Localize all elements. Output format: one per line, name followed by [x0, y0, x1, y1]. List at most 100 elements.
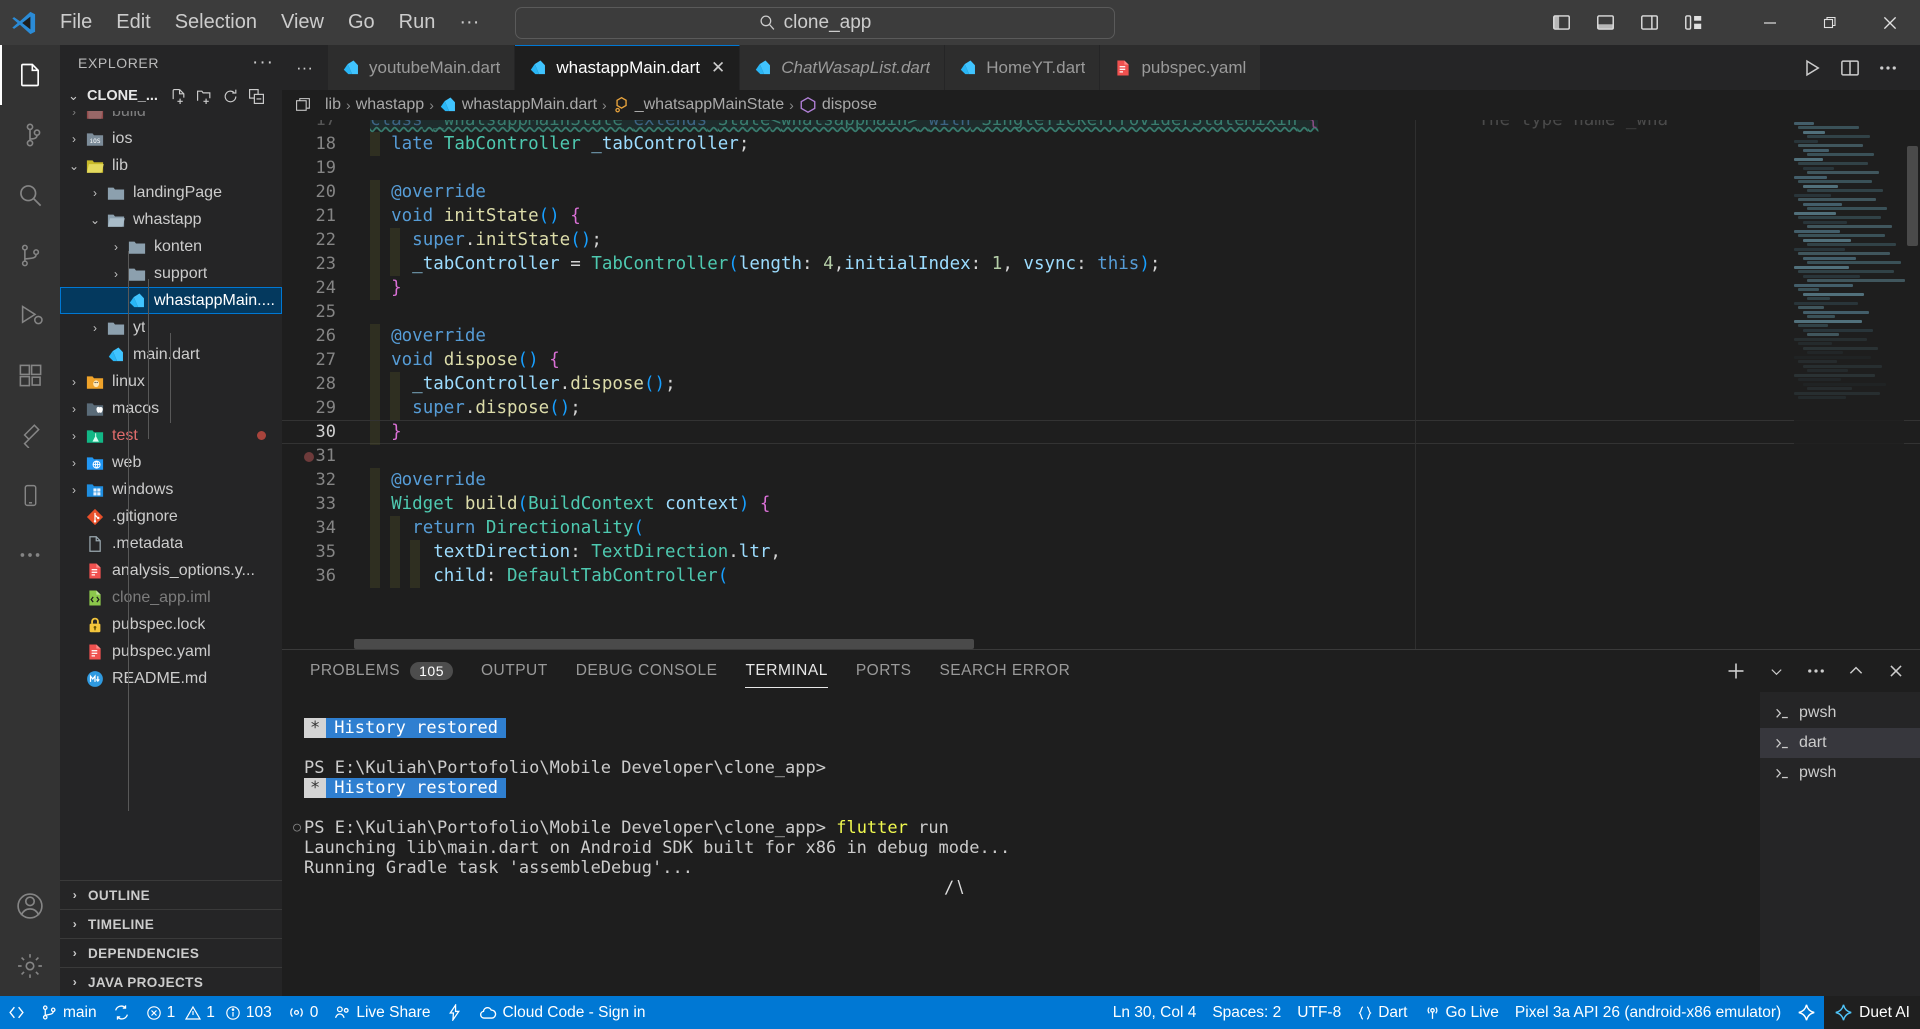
- status-cloud-code[interactable]: Cloud Code - Sign in: [471, 996, 653, 1029]
- code-line[interactable]: 20 @override: [282, 180, 1920, 204]
- tree-file-row[interactable]: whastappMain....: [60, 287, 282, 314]
- code-line[interactable]: 32 @override: [282, 468, 1920, 492]
- editor-tab-whastappmain-dart[interactable]: whastappMain.dart ✕: [515, 45, 741, 90]
- tree-file-row[interactable]: .gitignore: [60, 503, 282, 530]
- editor-tab-youtubemain-dart[interactable]: youtubeMain.dart: [327, 45, 516, 90]
- menu-run[interactable]: Run: [387, 7, 448, 38]
- minimize-button[interactable]: [1740, 0, 1800, 45]
- close-button[interactable]: [1860, 0, 1920, 45]
- file-tree[interactable]: › build › iOS ios ⌄ lib › landingPage ⌄ whastapp › k…: [60, 111, 282, 880]
- chevron-right-icon[interactable]: ›: [64, 402, 84, 416]
- run-icon[interactable]: [1796, 52, 1828, 84]
- status-device-selector[interactable]: Pixel 3a API 26 (android-x86 emulator): [1507, 996, 1789, 1029]
- code-line[interactable]: 29 super.dispose();: [282, 396, 1920, 420]
- menu-go[interactable]: Go: [336, 7, 387, 38]
- panel-more-actions-icon[interactable]: [1800, 655, 1832, 687]
- breadcrumb-item-_whatsappmainstate[interactable]: _whatsappMainState: [612, 96, 784, 114]
- breadcrumb[interactable]: lib › whastapp › whastappMain.dart › _whatsapp…: [282, 90, 1920, 120]
- panel-tab-ports[interactable]: PORTS: [842, 650, 926, 692]
- activity-search-icon[interactable]: [0, 165, 60, 225]
- toggle-primary-sidebar-icon[interactable]: [1544, 6, 1578, 40]
- chevron-right-icon[interactable]: ›: [64, 111, 84, 119]
- code-line[interactable]: 21 void initState() {: [282, 204, 1920, 228]
- menu-view[interactable]: View: [269, 7, 336, 38]
- chevron-down-icon[interactable]: ⌄: [64, 159, 84, 173]
- new-folder-icon[interactable]: [194, 85, 216, 107]
- scrollbar-thumb[interactable]: [1907, 146, 1918, 246]
- code-line[interactable]: 23 _tabController = TabController(length…: [282, 252, 1920, 276]
- tree-folder-row[interactable]: › web: [60, 449, 282, 476]
- activity-accounts-icon[interactable]: [0, 876, 60, 936]
- sidebar-section-java-projects[interactable]: › JAVA PROJECTS: [60, 967, 282, 996]
- status-branch[interactable]: main: [33, 996, 105, 1029]
- chevron-right-icon[interactable]: ›: [106, 240, 126, 254]
- chevron-right-icon[interactable]: ›: [64, 456, 84, 470]
- close-panel-icon[interactable]: [1880, 655, 1912, 687]
- refresh-icon[interactable]: [220, 85, 242, 107]
- maximize-panel-icon[interactable]: [1840, 655, 1872, 687]
- customize-layout-icon[interactable]: [1676, 6, 1710, 40]
- sidebar-section-dependencies[interactable]: › DEPENDENCIES: [60, 938, 282, 967]
- code-line[interactable]: 30 }: [282, 420, 1920, 445]
- status-errors-warnings[interactable]: 1 1 103: [138, 996, 280, 1029]
- sidebar-section-timeline[interactable]: › TIMELINE: [60, 909, 282, 938]
- tree-folder-row[interactable]: › yt: [60, 314, 282, 341]
- code-line[interactable]: 28 _tabController.dispose();: [282, 372, 1920, 396]
- collapse-all-icon[interactable]: [246, 85, 268, 107]
- terminal-list-item[interactable]: pwsh: [1760, 698, 1920, 728]
- chevron-down-icon[interactable]: ⌄: [68, 88, 81, 104]
- toggle-panel-icon[interactable]: [1588, 6, 1622, 40]
- split-editor-icon[interactable]: [1834, 52, 1866, 84]
- menu-edit[interactable]: Edit: [104, 7, 162, 38]
- menu-file[interactable]: File: [48, 7, 104, 38]
- chevron-right-icon[interactable]: ›: [64, 429, 84, 443]
- breadcrumb-item-lib[interactable]: lib: [325, 96, 341, 114]
- panel-tab-output[interactable]: OUTPUT: [467, 650, 562, 692]
- chevron-right-icon[interactable]: ›: [106, 267, 126, 281]
- tree-folder-row[interactable]: › support: [60, 260, 282, 287]
- chevron-right-icon[interactable]: ›: [64, 483, 84, 497]
- code-line[interactable]: 19: [282, 156, 1920, 180]
- editor-more-actions-icon[interactable]: [1872, 52, 1904, 84]
- status-duet-ai[interactable]: Duet AI: [1824, 996, 1920, 1029]
- status-gemini-icon[interactable]: [1789, 996, 1824, 1029]
- tree-file-row[interactable]: pubspec.lock: [60, 611, 282, 638]
- activity-more-views-icon[interactable]: [0, 525, 60, 585]
- chevron-right-icon[interactable]: ›: [64, 375, 84, 389]
- terminal-list-item[interactable]: pwsh: [1760, 758, 1920, 788]
- restore-button[interactable]: [1800, 0, 1860, 45]
- tree-file-row[interactable]: clone_app.iml: [60, 584, 282, 611]
- tree-file-row[interactable]: analysis_options.y...: [60, 557, 282, 584]
- status-indentation[interactable]: Spaces: 2: [1204, 996, 1289, 1029]
- tree-folder-row[interactable]: ⌄ lib: [60, 152, 282, 179]
- code-lines[interactable]: 17 class _whatsappMainState extends State…: [282, 120, 1920, 649]
- status-remote[interactable]: [0, 996, 33, 1029]
- sidebar-more-actions-icon[interactable]: ···: [252, 52, 274, 74]
- panel-tab-search-error[interactable]: SEARCH ERROR: [925, 650, 1084, 692]
- editor-tab-pubspec-yaml[interactable]: pubspec.yaml: [1100, 45, 1262, 90]
- activity-device-preview-icon[interactable]: [0, 465, 60, 525]
- panel-tab-debug-console[interactable]: DEBUG CONSOLE: [562, 650, 732, 692]
- chevron-right-icon[interactable]: ›: [85, 186, 105, 200]
- tree-folder-row[interactable]: › iOS ios: [60, 125, 282, 152]
- chevron-down-icon[interactable]: ⌄: [85, 213, 105, 227]
- code-line[interactable]: 35 textDirection: TextDirection.ltr,: [282, 540, 1920, 564]
- activity-explorer[interactable]: [0, 45, 60, 105]
- status-language-mode[interactable]: Dart: [1349, 996, 1415, 1029]
- tree-folder-row[interactable]: › test: [60, 422, 282, 449]
- code-line[interactable]: 26 @override: [282, 324, 1920, 348]
- editor-tab-homeyt-dart[interactable]: HomeYT.dart: [945, 45, 1101, 90]
- status-cursor-position[interactable]: Ln 30, Col 4: [1105, 996, 1205, 1029]
- panel-tab-terminal[interactable]: TERMINAL: [731, 650, 841, 692]
- tree-file-row[interactable]: .metadata: [60, 530, 282, 557]
- code-line[interactable]: 25: [282, 300, 1920, 324]
- status-flutter-zap[interactable]: [438, 996, 471, 1029]
- menu-more[interactable]: ···: [447, 7, 491, 38]
- tab-overflow-icon[interactable]: ···: [282, 45, 328, 90]
- toggle-secondary-sidebar-icon[interactable]: [1632, 6, 1666, 40]
- code-line[interactable]: 31: [282, 444, 1920, 468]
- status-ports[interactable]: 0: [280, 996, 327, 1029]
- editor-tabs[interactable]: ··· youtubeMain.dart whastappMain.dart ✕ Cha…: [282, 45, 1780, 90]
- tree-folder-row[interactable]: › macos: [60, 395, 282, 422]
- tree-folder-row[interactable]: ›linux: [60, 368, 282, 395]
